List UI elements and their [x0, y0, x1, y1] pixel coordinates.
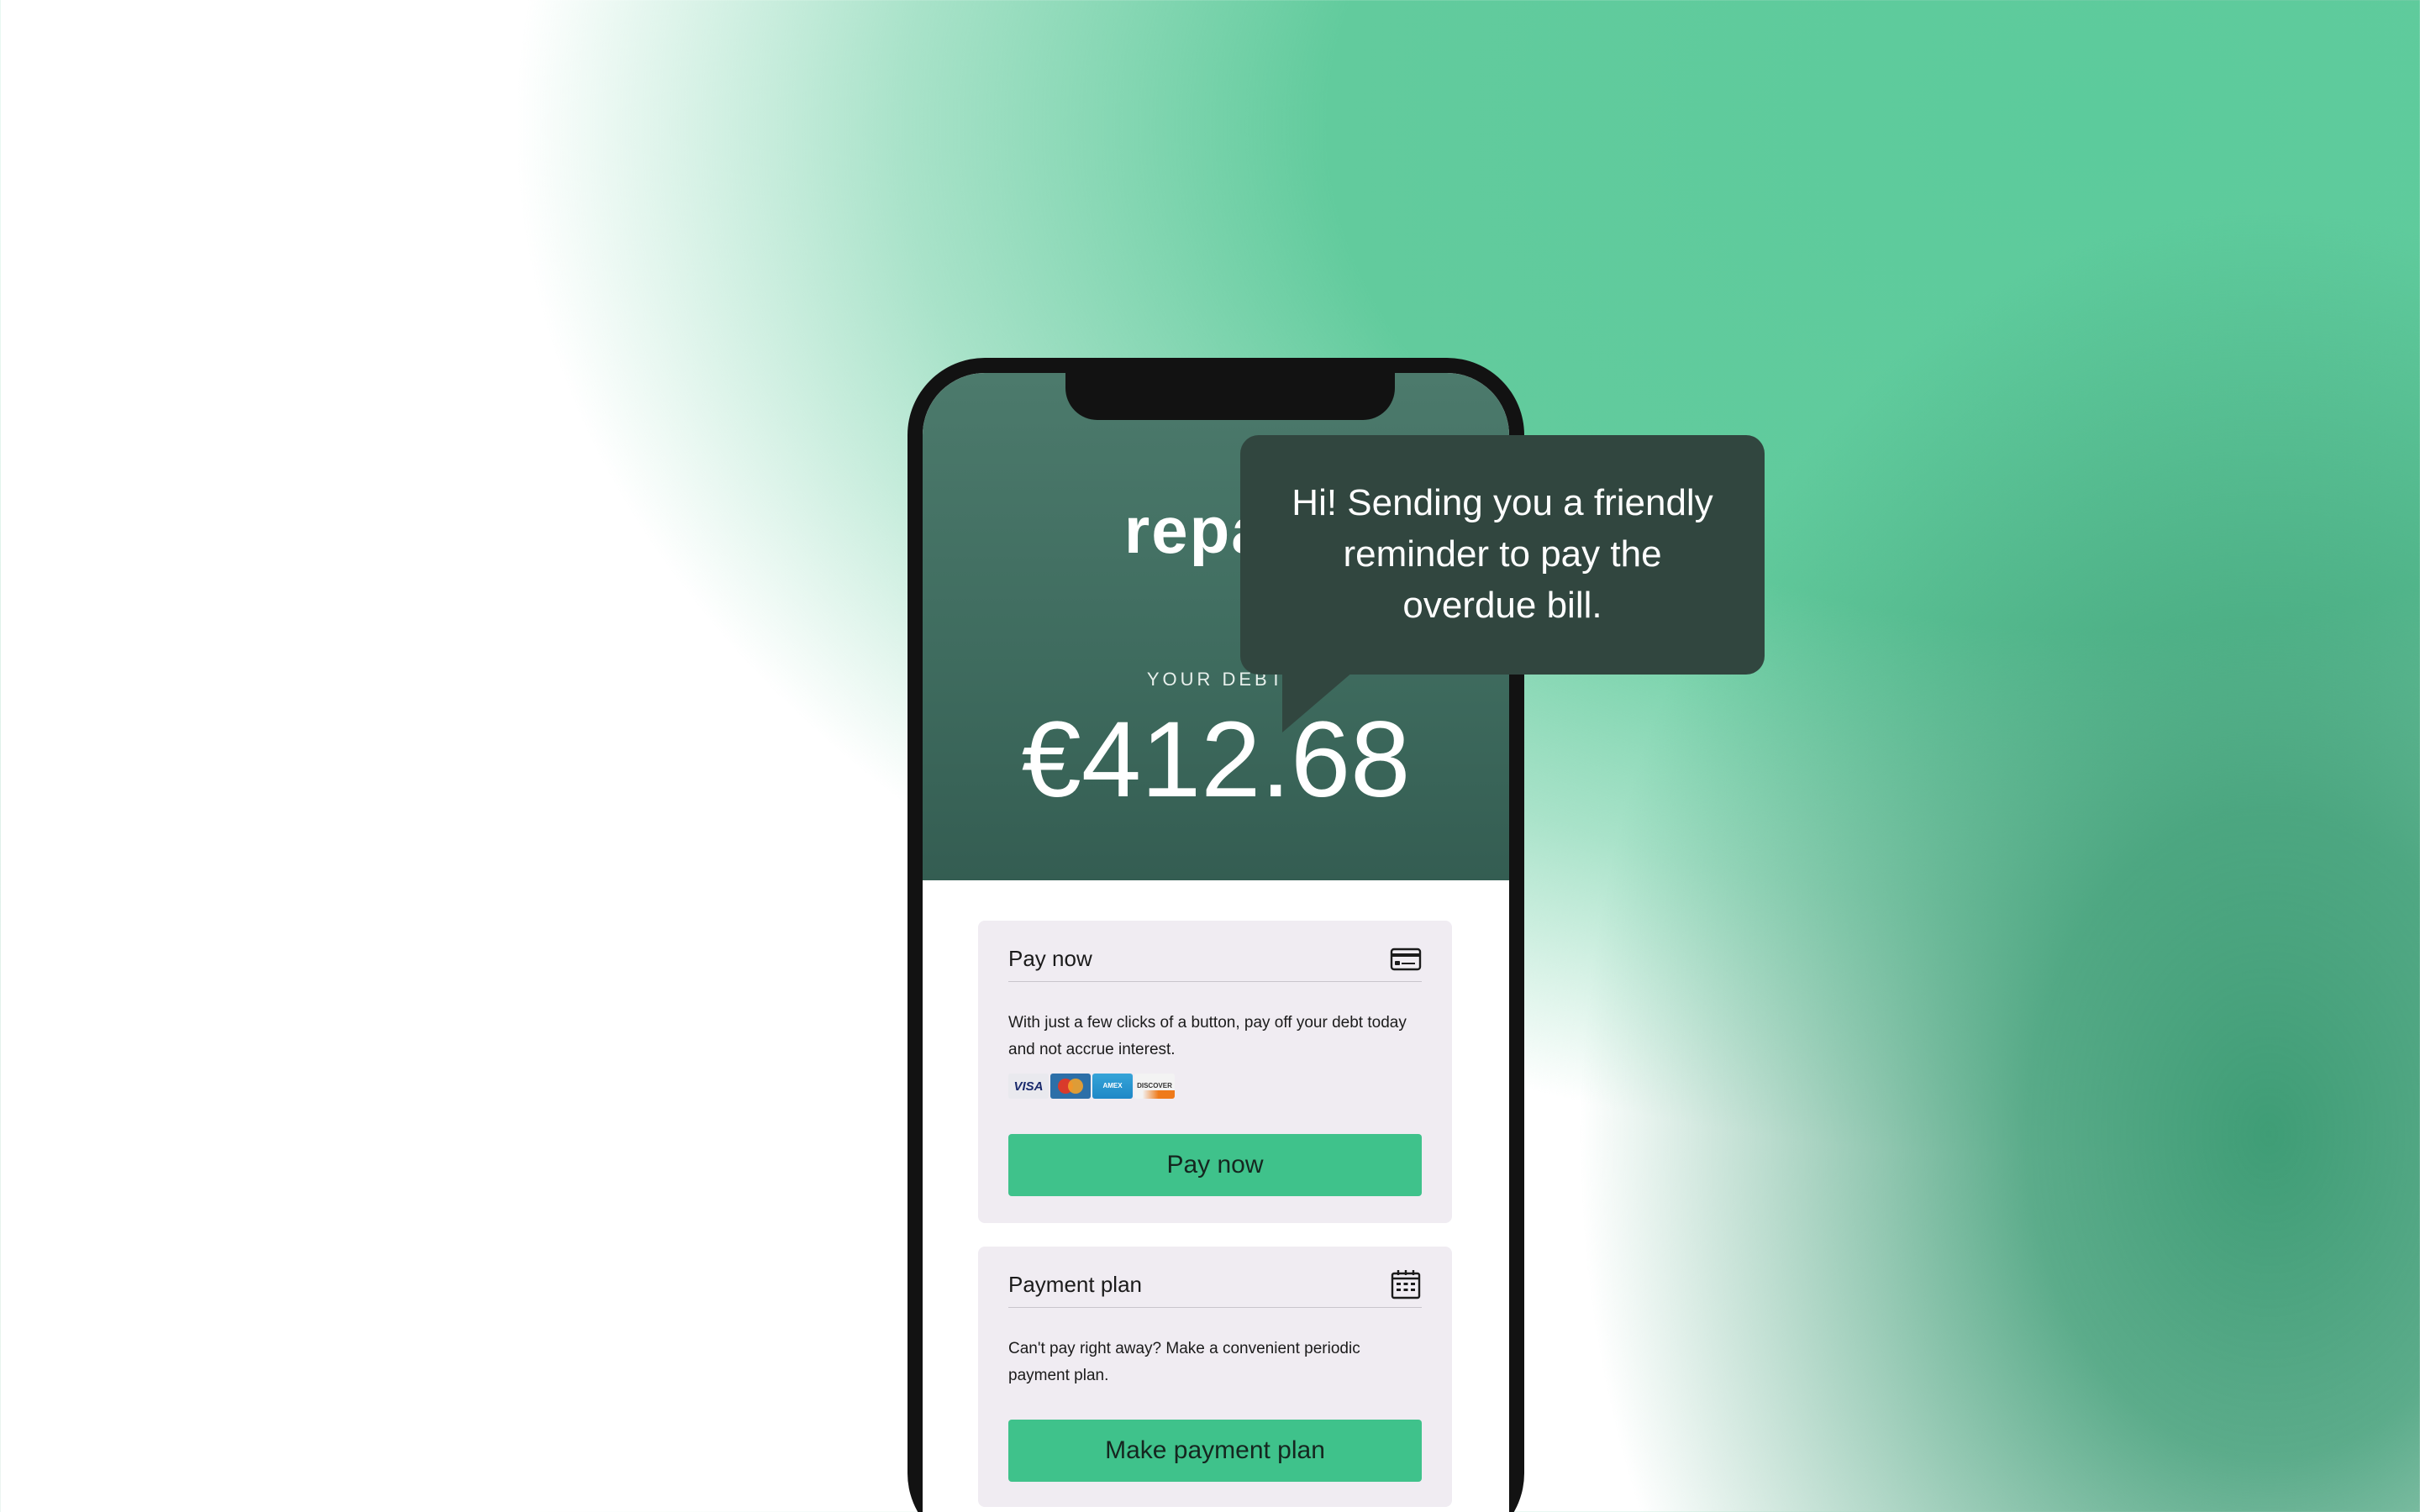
reminder-speech-bubble: Hi! Sending you a friendly reminder to p…: [1240, 435, 1765, 675]
speech-bubble-tail: [1282, 672, 1353, 732]
card-description: Can't pay right away? Make a convenient …: [1008, 1340, 1360, 1384]
pay-now-card: Pay now With just a few clicks of a butt…: [978, 921, 1452, 1223]
background-scene: repay YOUR DEBT €412.68 Pay now With jus…: [0, 0, 2420, 1512]
discover-logo: DISCOVER: [1134, 1074, 1175, 1099]
payment-logos: VISA AMEX DISCOVER: [1008, 1074, 1175, 1099]
payment-plan-card: Payment plan Can't pay right away? Make …: [978, 1247, 1452, 1507]
debt-amount: €412.68: [1021, 700, 1411, 820]
pay-now-button[interactable]: Pay now: [1008, 1134, 1422, 1196]
card-header: Pay now: [1008, 946, 1422, 982]
card-title: Payment plan: [1008, 1272, 1142, 1297]
credit-card-icon: [1390, 948, 1422, 971]
calendar-icon: [1391, 1270, 1421, 1299]
payment-options: Pay now With just a few clicks of a butt…: [923, 880, 1509, 1512]
reminder-message: Hi! Sending you a friendly reminder to p…: [1292, 482, 1713, 626]
make-payment-plan-button[interactable]: Make payment plan: [1008, 1420, 1422, 1482]
visa-logo: VISA: [1008, 1074, 1049, 1099]
mastercard-logo: [1050, 1074, 1091, 1099]
card-header: Payment plan: [1008, 1270, 1422, 1308]
card-description: With just a few clicks of a button, pay …: [1008, 1014, 1407, 1058]
phone-notch: [1065, 373, 1395, 420]
card-title: Pay now: [1008, 946, 1092, 971]
amex-logo: AMEX: [1092, 1074, 1133, 1099]
